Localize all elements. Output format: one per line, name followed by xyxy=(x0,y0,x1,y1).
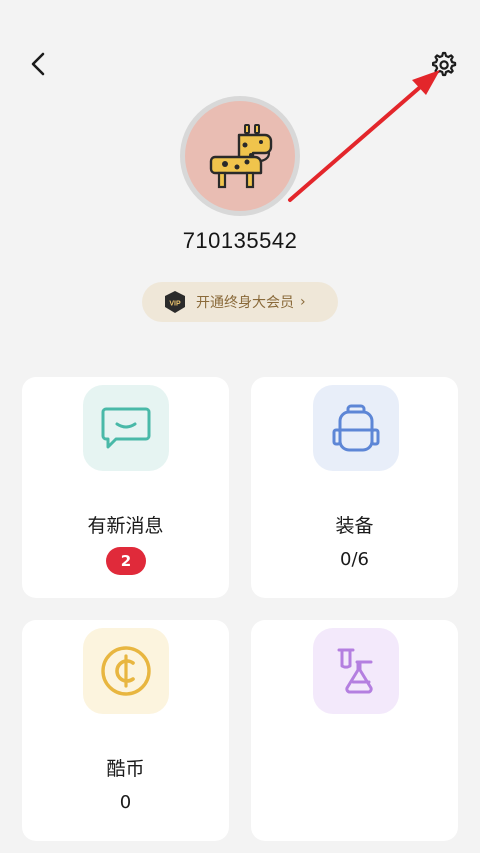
equipment-card[interactable]: 装备 0/6 xyxy=(251,377,458,598)
coins-title: 酷币 xyxy=(106,758,145,780)
lab-icon-tile xyxy=(313,628,399,714)
user-id: 710135542 xyxy=(182,228,298,253)
settings-button[interactable] xyxy=(426,48,460,82)
vip-label: 开通终身大会员 xyxy=(196,295,294,311)
messages-icon-tile xyxy=(83,385,169,471)
chat-icon xyxy=(101,407,151,449)
messages-card[interactable]: 有新消息 2 xyxy=(22,377,229,598)
lab-card[interactable] xyxy=(251,620,458,841)
backpack-icon xyxy=(332,404,380,452)
coin-icon xyxy=(101,646,151,696)
messages-title: 有新消息 xyxy=(87,515,164,537)
gear-icon xyxy=(432,51,457,77)
chevron-left-icon xyxy=(31,52,45,76)
vip-badge-text: VIP xyxy=(169,301,181,308)
coins-card[interactable]: 酷币 0 xyxy=(22,620,229,841)
flask-icon xyxy=(337,648,373,694)
coins-balance: 0 xyxy=(119,792,132,813)
vip-membership-button[interactable]: VIP 开通终身大会员 › xyxy=(142,282,338,322)
coins-icon-tile xyxy=(83,628,169,714)
equipment-icon-tile xyxy=(313,385,399,471)
vip-badge-icon: VIP xyxy=(162,289,188,315)
equipment-title: 装备 xyxy=(335,515,374,537)
giraffe-icon xyxy=(209,124,273,189)
unread-count-badge: 2 xyxy=(106,547,146,575)
avatar[interactable] xyxy=(180,96,300,216)
equipment-count: 0/6 xyxy=(340,549,369,570)
vip-chevron: › xyxy=(300,294,306,310)
avatar-background xyxy=(185,101,295,211)
back-button[interactable] xyxy=(22,48,54,80)
